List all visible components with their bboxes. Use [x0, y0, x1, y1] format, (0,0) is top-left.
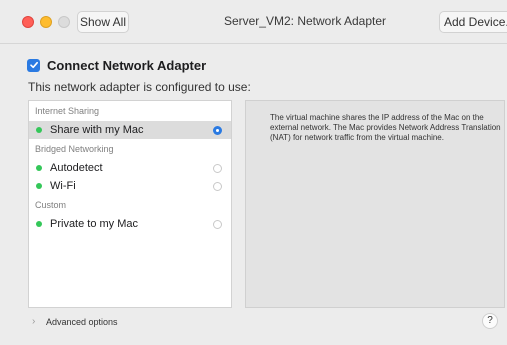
list-item-share-with-my-mac[interactable]: Share with my Mac: [29, 121, 231, 139]
radio-wi-fi[interactable]: [213, 181, 222, 191]
connect-network-adapter-label: Connect Network Adapter: [47, 57, 207, 73]
connect-checkbox[interactable]: [27, 58, 40, 72]
section-header-bridged-networking: Bridged Networking: [35, 144, 114, 154]
status-dot-icon: [36, 221, 42, 227]
minimize-window-button[interactable]: [40, 16, 52, 28]
close-window-button[interactable]: [22, 16, 34, 28]
section-header-internet-sharing: Internet Sharing: [35, 106, 100, 116]
radio-private-to-my-mac[interactable]: [213, 219, 222, 229]
list-item-wi-fi[interactable]: Wi-Fi: [29, 177, 231, 195]
network-source-list: Internet Sharing Share with my Mac Bridg…: [28, 100, 232, 308]
list-item-label: Autodetect: [50, 162, 103, 174]
description-panel: The virtual machine shares the IP addres…: [245, 100, 505, 308]
chevron-right-icon: ›: [32, 316, 36, 327]
checkmark-icon: [29, 61, 38, 69]
list-item-label: Wi-Fi: [50, 180, 76, 192]
connect-network-adapter-row[interactable]: Connect Network Adapter: [27, 57, 206, 73]
section-header-custom: Custom: [35, 200, 67, 210]
list-item-label: Private to my Mac: [50, 218, 139, 230]
list-item-autodetect[interactable]: Autodetect: [29, 159, 231, 177]
radio-autodetect[interactable]: [213, 163, 222, 173]
list-item-label: Share with my Mac: [50, 124, 144, 136]
status-dot-icon: [36, 165, 42, 171]
status-dot-icon: [36, 183, 42, 189]
window-title: Server_VM2: Network Adapter: [223, 14, 387, 28]
help-button[interactable]: ?: [482, 313, 498, 329]
show-all-button[interactable]: Show All: [77, 11, 129, 33]
list-item-private-to-my-mac[interactable]: Private to my Mac: [29, 215, 231, 233]
advanced-options-label: Advanced options: [46, 316, 118, 327]
radio-share-with-my-mac[interactable]: [213, 125, 222, 135]
description-text: The virtual machine shares the IP addres…: [270, 113, 501, 142]
status-dot-icon: [36, 127, 42, 133]
zoom-window-button[interactable]: [58, 16, 70, 28]
add-device-button[interactable]: Add Device...: [439, 11, 507, 33]
configured-text: This network adapter is configured to us…: [28, 80, 251, 94]
advanced-options-disclosure[interactable]: › Advanced options: [32, 316, 118, 327]
network-adapter-window: Show All Server_VM2: Network Adapter Add…: [0, 0, 507, 345]
title-bar: Show All Server_VM2: Network Adapter Add…: [0, 0, 507, 44]
